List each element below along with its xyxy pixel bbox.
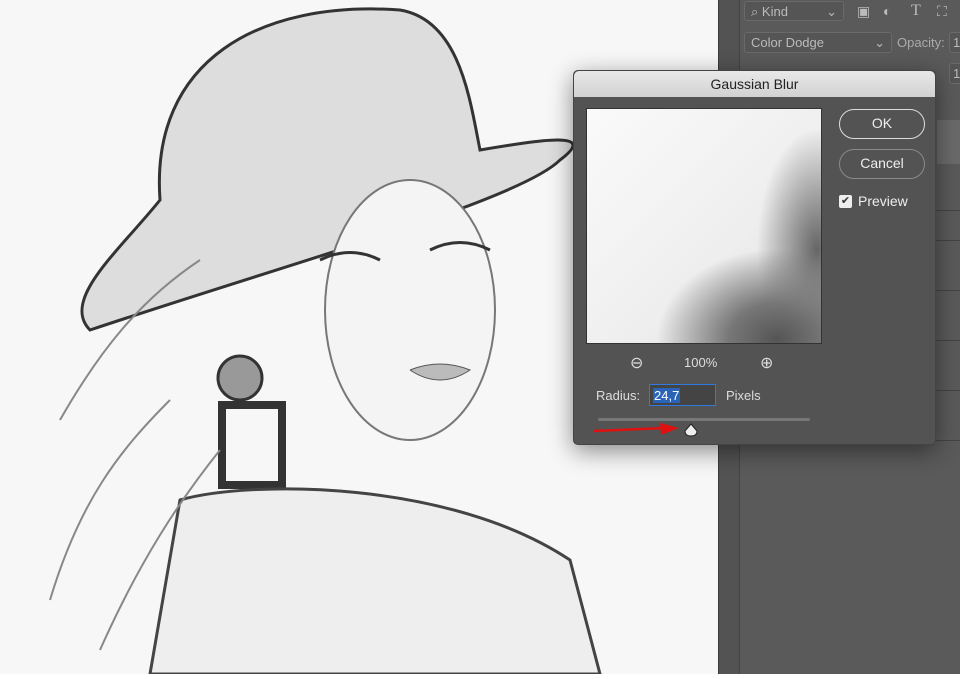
search-icon: ⌕ — [751, 4, 759, 19]
radius-slider-track[interactable] — [598, 418, 810, 421]
fill-input[interactable]: 10 — [949, 63, 960, 84]
dialog-title: Gaussian Blur — [574, 71, 935, 97]
zoom-out-icon[interactable]: ⊖ — [630, 353, 643, 373]
adjustment-filter-icon[interactable]: ◐ — [883, 3, 891, 19]
type-filter-icon[interactable]: T — [911, 2, 921, 20]
chevron-down-icon: ⌄ — [826, 4, 837, 19]
blend-mode-select[interactable]: Color Dodge ⌄ — [744, 32, 892, 53]
zoom-level: 100% — [684, 355, 718, 370]
opacity-input[interactable]: 10 — [949, 32, 960, 53]
shape-filter-icon[interactable]: ⛶ — [937, 3, 947, 20]
gaussian-blur-dialog: Gaussian Blur OK Cancel ✔ Preview ⊖ 100% … — [573, 70, 936, 445]
cancel-button[interactable]: Cancel — [839, 149, 925, 179]
unit-label: Pixels — [726, 388, 761, 403]
radius-slider-thumb[interactable] — [684, 423, 698, 437]
filter-kind-select[interactable]: ⌕ Kind ⌄ — [744, 1, 844, 21]
layer-row-selected[interactable] — [937, 120, 960, 164]
image-filter-icon[interactable]: ▣ — [857, 3, 870, 20]
blur-preview[interactable] — [586, 108, 822, 344]
radius-label: Radius: — [596, 388, 641, 403]
chevron-down-icon: ⌄ — [874, 35, 885, 50]
ok-button[interactable]: OK — [839, 109, 925, 139]
zoom-in-icon[interactable]: ⊕ — [760, 353, 773, 373]
red-arrow-annotation — [594, 423, 679, 435]
radius-input[interactable]: 24,7 — [649, 384, 716, 406]
checkmark-icon: ✔ — [839, 194, 852, 208]
preview-checkbox[interactable]: ✔ Preview — [839, 193, 908, 209]
